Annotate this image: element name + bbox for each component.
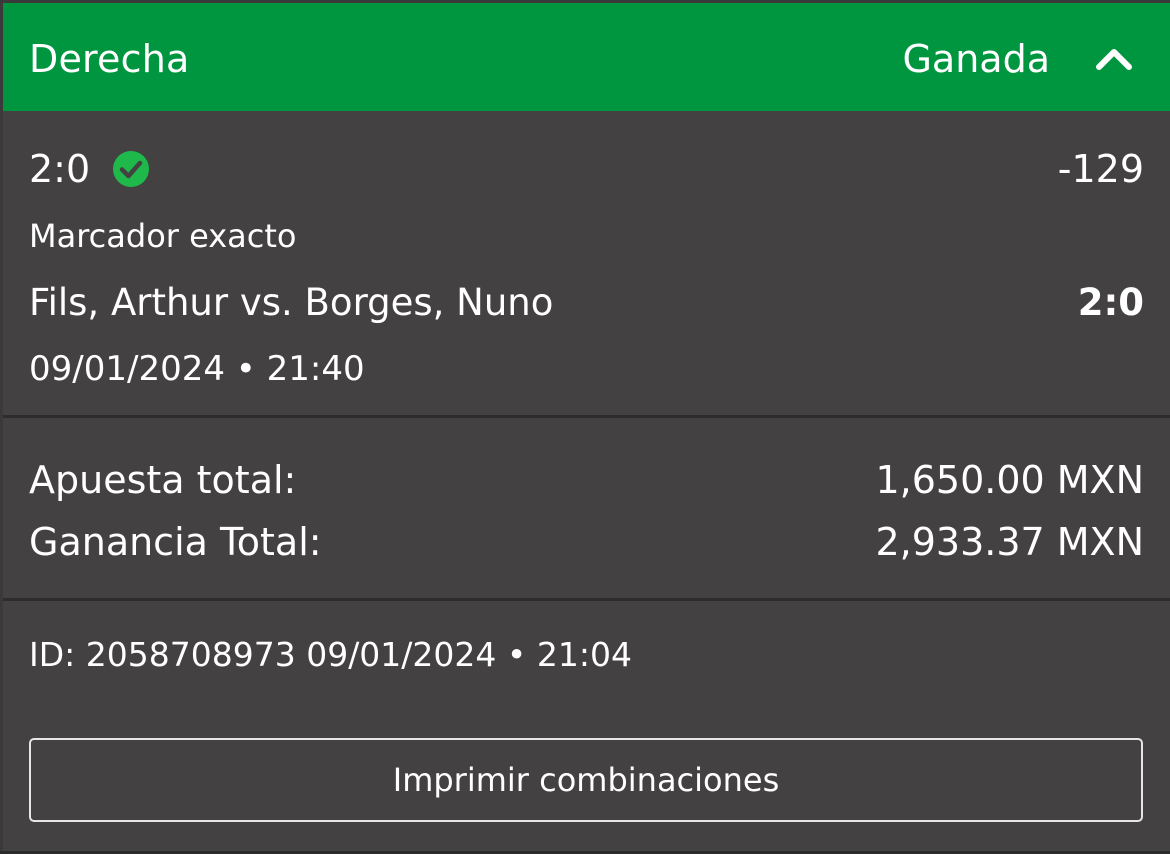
pick-value: 2:0 bbox=[29, 147, 91, 191]
market-name: Marcador exacto bbox=[29, 217, 297, 255]
bet-header[interactable]: Derecha Ganada bbox=[3, 3, 1170, 111]
bet-meta: ID: 2058708973 09/01/2024 • 21:04 Imprim… bbox=[3, 601, 1170, 854]
pick-row: 2:0 bbox=[29, 147, 150, 191]
bet-type-title: Derecha bbox=[29, 37, 190, 81]
stake-value: 1,650.00 MXN bbox=[875, 458, 1144, 502]
divider bbox=[3, 415, 1170, 418]
final-score: 2:0 bbox=[1077, 281, 1144, 324]
winnings-label: Ganancia Total: bbox=[29, 520, 322, 564]
event-name: Fils, Arthur vs. Borges, Nuno bbox=[29, 281, 554, 324]
bet-card: Derecha Ganada 2:0 -129 Marcador exacto … bbox=[0, 0, 1170, 851]
check-circle-icon bbox=[113, 151, 150, 187]
print-combinations-button[interactable]: Imprimir combinaciones bbox=[29, 738, 1143, 822]
event-date: 09/01/2024 • 21:40 bbox=[29, 349, 365, 389]
bet-id-and-date: ID: 2058708973 09/01/2024 • 21:04 bbox=[29, 635, 632, 674]
totals-section: Apuesta total: 1,650.00 MXN Ganancia Tot… bbox=[3, 420, 1170, 598]
bet-status: Ganada bbox=[902, 37, 1050, 81]
odds-value: -129 bbox=[1057, 147, 1144, 191]
stake-label: Apuesta total: bbox=[29, 458, 297, 502]
chevron-up-icon[interactable] bbox=[1094, 43, 1134, 73]
selection-details: 2:0 -129 Marcador exacto Fils, Arthur vs… bbox=[3, 111, 1170, 417]
winnings-value: 2,933.37 MXN bbox=[875, 520, 1144, 564]
